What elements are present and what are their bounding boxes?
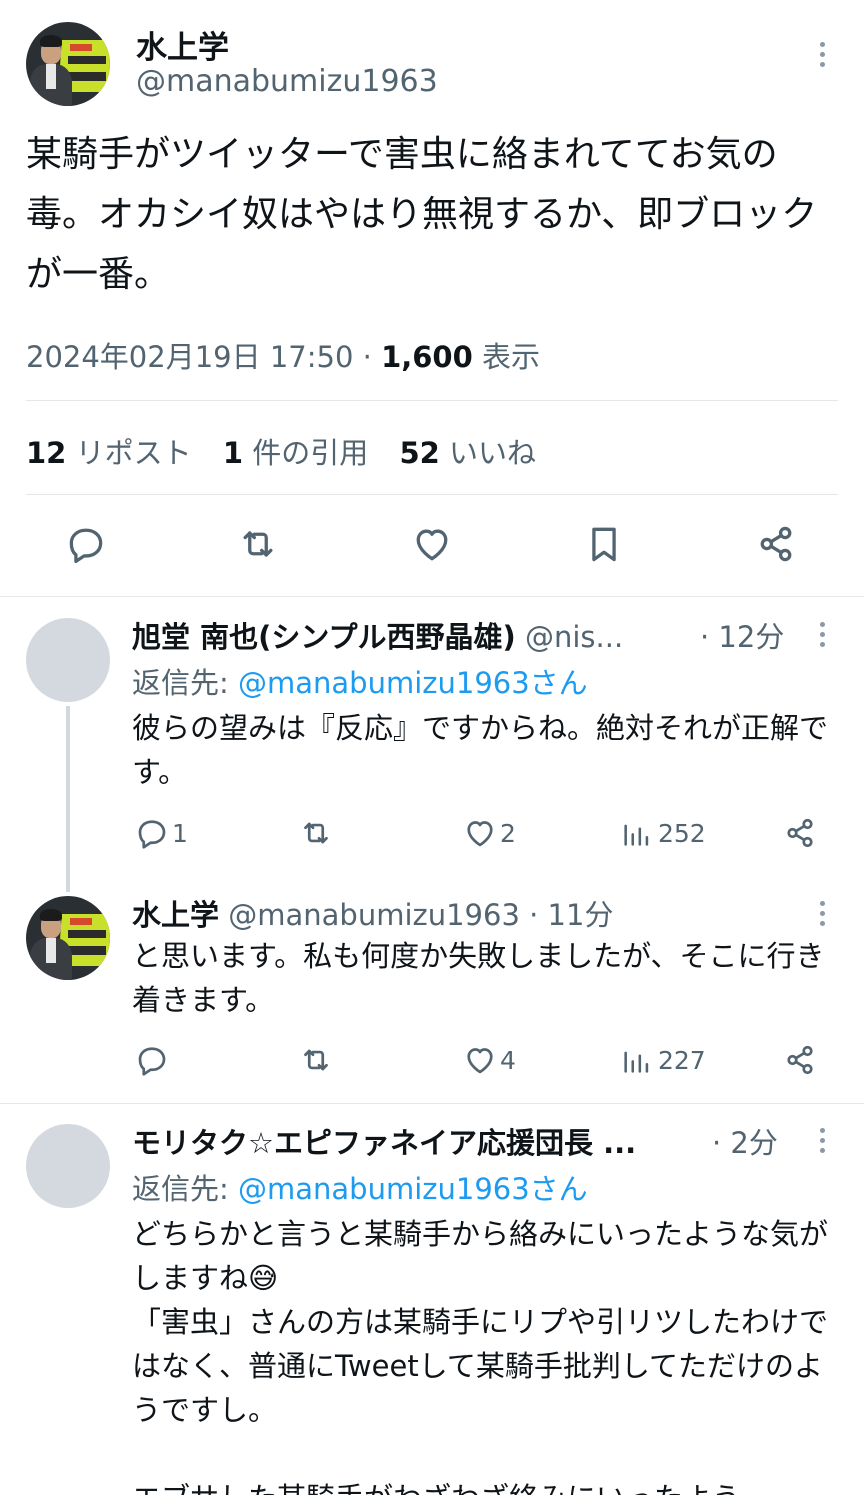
repost-arrows-icon [304,1049,328,1071]
heart-icon [467,1048,493,1074]
more-vertical-icon[interactable] [818,42,826,72]
reply-button[interactable] [134,1042,170,1078]
reply-avatar[interactable] [26,1124,110,1208]
repost-button[interactable] [298,815,334,851]
share-button[interactable] [782,815,818,851]
reply-header: 旭堂 南也(シンプル西野晶雄) @nis... [132,614,623,656]
author-name[interactable]: 水上学 [136,22,229,67]
reply-text: と思います。私も何度か失敗しましたが、そこに行き着きます。 [132,939,825,1017]
reply-text-paragraph: エブサした某騎手がわざわざ絡みにいったよう [132,1476,838,1495]
divider [0,1103,864,1104]
reply-avatar[interactable] [26,618,110,702]
divider [26,494,838,495]
repost-button[interactable] [298,1042,334,1078]
repost-button[interactable] [236,522,280,566]
view-count: 252 [658,818,706,848]
reply-header: 水上学 @manabumizu1963 · 11分 [132,892,613,934]
reply-author-name[interactable]: 水上学 [132,898,219,932]
reply-to-label: 返信先: [132,1172,238,1206]
bar-chart-icon [624,824,649,846]
likes-count[interactable]: 52 [399,436,439,470]
tweet-meta: 2024年02月19日 17:50 · 1,600 表示 [26,334,540,376]
reposts-count[interactable]: 12 [26,436,66,470]
repost-arrows-icon [243,531,273,557]
reply-text-paragraph: どちらかと言うと某騎手から絡みにいったような気がしますね😅 [132,1217,829,1295]
share-icon [760,526,792,562]
share-icon [787,818,813,848]
reply-avatar[interactable] [26,896,110,980]
bookmark-button[interactable] [582,522,626,566]
reply-author-name[interactable]: 旭堂 南也(シンプル西野晶雄) [132,620,516,654]
heart-icon [416,529,448,561]
more-vertical-icon[interactable] [818,1128,826,1158]
divider [0,596,864,597]
reply-time[interactable]: · 2分 [712,1120,778,1162]
share-button[interactable] [754,522,798,566]
like-button[interactable]: 4 [462,1042,516,1078]
thread-line [66,706,70,892]
like-count: 4 [500,1045,516,1075]
reply-button[interactable] [64,522,108,566]
like-button[interactable]: 2 [462,815,516,851]
share-icon [787,1045,813,1075]
share-button[interactable] [782,1042,818,1078]
reply-time[interactable]: · 11分 [529,898,613,932]
reply-to-label: 返信先: [132,666,238,700]
comment-bubble-icon [138,820,166,849]
meta-separator: · [362,340,372,374]
views-count: 1,600 [381,340,473,374]
reply-count: 1 [172,818,188,848]
reply-author-handle[interactable]: @manabumizu1963 [228,898,520,932]
comment-bubble-icon [69,528,103,564]
views-button[interactable]: 227 [620,1042,706,1078]
reply-to-handle[interactable]: @manabumizu1963さん [238,666,588,700]
reply-author-handle[interactable]: @nis... [525,620,623,654]
author-avatar[interactable] [26,22,110,106]
bar-chart-icon [624,1051,649,1073]
views-button[interactable]: 252 [620,815,706,851]
reply-header: モリタク☆エピファネイア応援団長 ... [132,1120,636,1162]
reply-button[interactable]: 1 [134,815,188,851]
reply-author-name[interactable]: モリタク☆エピファネイア応援団長 ... [132,1126,636,1160]
reply-to: 返信先: @manabumizu1963さん [132,1166,588,1208]
reposts-label[interactable]: リポスト [76,436,192,470]
comment-bubble-icon [138,1047,166,1076]
heart-icon [467,821,493,847]
bookmark-icon [592,527,616,562]
views-label: 表示 [482,340,541,374]
more-vertical-icon[interactable] [818,622,826,652]
more-vertical-icon[interactable] [818,901,826,931]
engagement-stats: 12 リポスト 1 件の引用 52 いいね [26,430,536,472]
like-count: 2 [500,818,516,848]
reply-time[interactable]: · 12分 [700,614,784,656]
repost-arrows-icon [304,822,328,844]
like-button[interactable] [410,522,454,566]
tweet-text: 某騎手がツイッターで害虫に絡まれててお気の毒。オカシイ奴はやはり無視するか、即ブ… [26,134,818,295]
tweet-timestamp[interactable]: 2024年02月19日 17:50 [26,340,353,374]
view-count: 227 [658,1045,706,1075]
reply-text: 彼らの望みは『反応』ですからね。絶対それが正解です。 [132,711,829,789]
reply-text: どちらかと言うと某騎手から絡みにいったような気がしますね😅 「害虫」さんの方は某… [132,1212,838,1495]
likes-label[interactable]: いいね [449,436,536,470]
quotes-label[interactable]: 件の引用 [252,436,368,470]
quotes-count[interactable]: 1 [223,436,243,470]
reply-to: 返信先: @manabumizu1963さん [132,660,588,702]
divider [26,400,838,401]
author-handle[interactable]: @manabumizu1963 [136,64,438,99]
reply-text-paragraph: 「害虫」さんの方は某騎手にリプや引リツしたわけではなく、普通にTweetして某騎… [132,1305,829,1427]
reply-to-handle[interactable]: @manabumizu1963さん [238,1172,588,1206]
